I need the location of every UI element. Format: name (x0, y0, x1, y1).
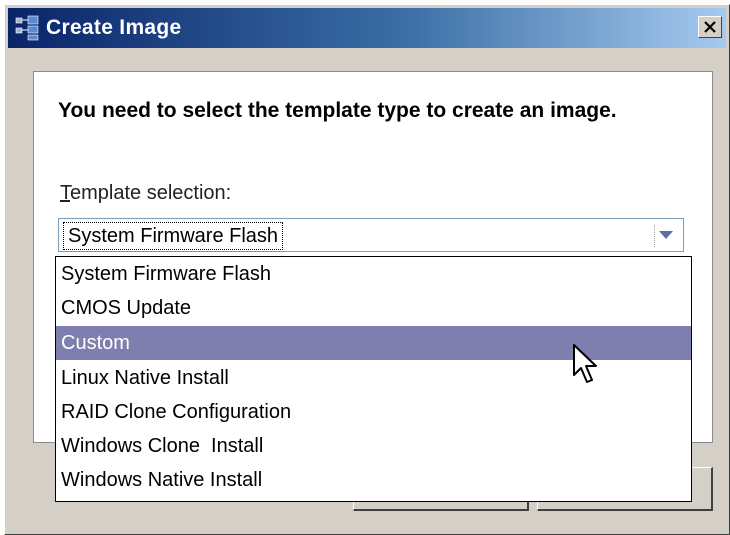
instruction-heading: You need to select the template type to … (58, 99, 617, 122)
combo-selected-value: System Firmware Flash (63, 222, 284, 250)
template-selection-label: Template selection: (60, 182, 231, 205)
window-title: Create Image (46, 16, 182, 39)
title-bar[interactable]: Create Image (8, 8, 726, 48)
close-button[interactable] (698, 16, 722, 38)
dropdown-option-windows-clone-install[interactable]: Windows Clone Install (56, 429, 691, 463)
network-nodes-icon (12, 13, 42, 43)
dropdown-option-cmos-update[interactable]: CMOS Update (56, 291, 691, 325)
dropdown-option-system-firmware-flash[interactable]: System Firmware Flash (56, 257, 691, 291)
template-combo-box[interactable]: System Firmware Flash (58, 218, 684, 252)
dropdown-option-windows-native-install[interactable]: Windows Native Install (56, 463, 691, 497)
combo-separator (654, 225, 655, 247)
mnemonic-letter: T (60, 182, 70, 204)
dropdown-option-raid-clone-configuration[interactable]: RAID Clone Configuration (56, 395, 691, 429)
close-icon (704, 21, 716, 33)
mouse-pointer-icon (573, 344, 597, 383)
chevron-down-icon[interactable] (659, 231, 673, 239)
template-selection-label-rest: emplate selection: (70, 182, 232, 204)
